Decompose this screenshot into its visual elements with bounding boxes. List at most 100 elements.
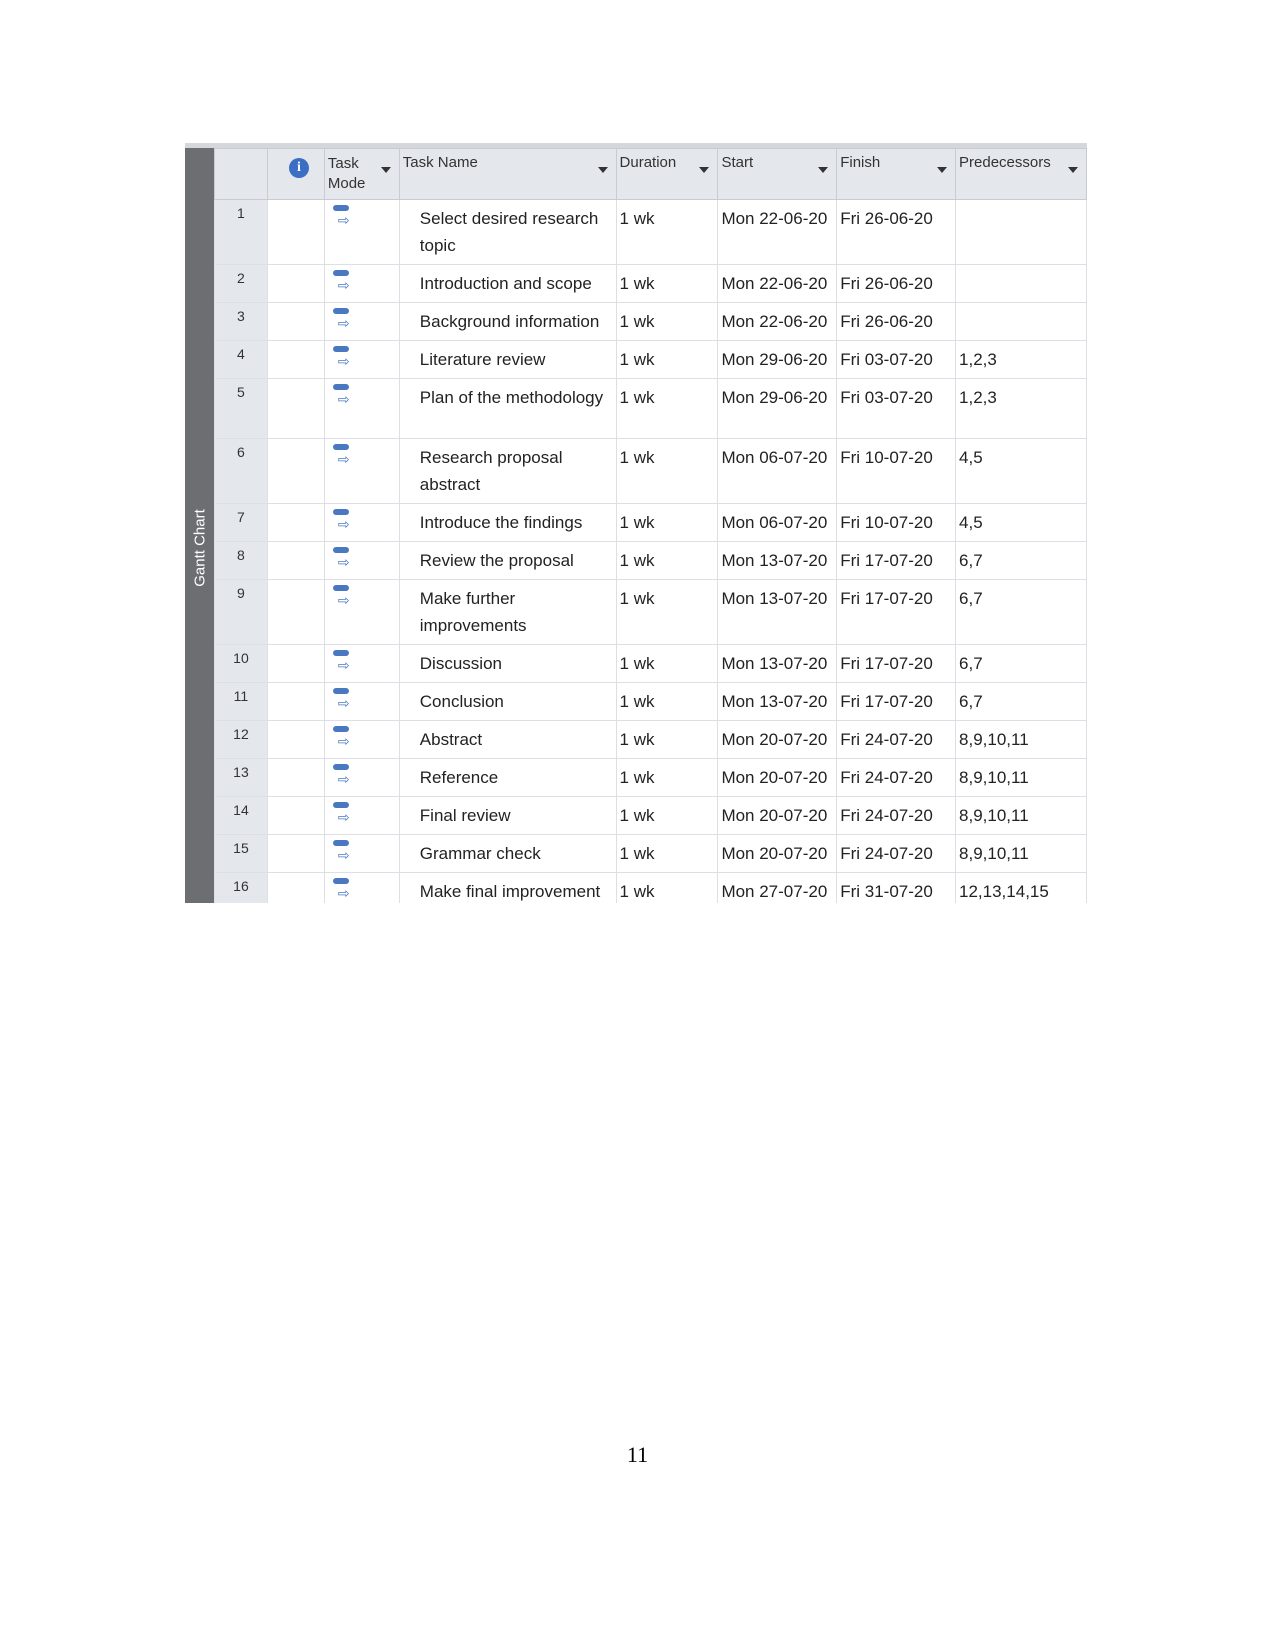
finish-cell[interactable]: Fri 17-07-20 [836, 644, 957, 683]
table-row[interactable]: 14 ⇨ Final review 1 wk Mon 20-07-20 Fri 24-07… [214, 796, 1087, 835]
start-cell[interactable]: Mon 13-07-20 [717, 682, 838, 721]
row-id[interactable]: 14 [214, 796, 268, 835]
row-id[interactable]: 11 [214, 682, 268, 721]
start-cell[interactable]: Mon 27-07-20 [717, 872, 838, 903]
table-row[interactable]: 13 ⇨ Reference 1 wk Mon 20-07-20 Fri 24-07-20… [214, 758, 1087, 797]
predecessors-cell[interactable]: 6,7 [955, 644, 1087, 683]
start-cell[interactable]: Mon 22-06-20 [717, 199, 838, 265]
start-cell[interactable]: Mon 13-07-20 [717, 579, 838, 645]
header-duration[interactable]: Duration [615, 148, 719, 200]
chevron-down-icon[interactable] [818, 167, 829, 173]
finish-cell[interactable]: Fri 17-07-20 [836, 541, 957, 580]
chevron-down-icon[interactable] [699, 167, 710, 173]
indicator-cell[interactable] [266, 758, 325, 797]
task-mode-cell[interactable]: ⇨ [323, 720, 400, 759]
task-mode-cell[interactable]: ⇨ [323, 644, 400, 683]
duration-cell[interactable]: 1 wk [615, 264, 719, 303]
table-row[interactable]: 16 ⇨ Make final improvement 1 wk Mon 27-07-2… [214, 872, 1087, 903]
task-mode-cell[interactable]: ⇨ [323, 378, 400, 439]
indicator-cell[interactable] [266, 340, 325, 379]
header-task-name[interactable]: Task Name [398, 148, 617, 200]
indicator-cell[interactable] [266, 264, 325, 303]
finish-cell[interactable]: Fri 03-07-20 [836, 378, 957, 439]
start-cell[interactable]: Mon 13-07-20 [717, 644, 838, 683]
task-mode-cell[interactable]: ⇨ [323, 503, 400, 542]
table-row[interactable]: 7 ⇨ Introduce the findings 1 wk Mon 06-07-20… [214, 503, 1087, 542]
row-id[interactable]: 13 [214, 758, 268, 797]
finish-cell[interactable]: Fri 17-07-20 [836, 682, 957, 721]
duration-cell[interactable]: 1 wk [615, 644, 719, 683]
finish-cell[interactable]: Fri 10-07-20 [836, 503, 957, 542]
predecessors-cell[interactable]: 12,13,14,15 [955, 872, 1087, 903]
row-id[interactable]: 15 [214, 834, 268, 873]
task-mode-cell[interactable]: ⇨ [323, 796, 400, 835]
chevron-down-icon[interactable] [380, 167, 391, 173]
table-row[interactable]: 11 ⇨ Conclusion 1 wk Mon 13-07-20 Fri 17-07-2… [214, 682, 1087, 721]
chevron-down-icon[interactable] [937, 167, 948, 173]
table-row[interactable]: 15 ⇨ Grammar check 1 wk Mon 20-07-20 Fri 24-0… [214, 834, 1087, 873]
indicator-cell[interactable] [266, 541, 325, 580]
task-name-cell[interactable]: Literature review [398, 340, 617, 379]
predecessors-cell[interactable]: 8,9,10,11 [955, 758, 1087, 797]
row-id[interactable]: 5 [214, 378, 268, 439]
indicator-cell[interactable] [266, 644, 325, 683]
task-name-cell[interactable]: Make further improvements [398, 579, 617, 645]
duration-cell[interactable]: 1 wk [615, 834, 719, 873]
row-id[interactable]: 7 [214, 503, 268, 542]
header-predecessors[interactable]: Predecessors [955, 148, 1087, 200]
finish-cell[interactable]: Fri 26-06-20 [836, 264, 957, 303]
row-id[interactable]: 3 [214, 302, 268, 341]
predecessors-cell[interactable] [955, 199, 1087, 265]
duration-cell[interactable]: 1 wk [615, 541, 719, 580]
finish-cell[interactable]: Fri 10-07-20 [836, 438, 957, 504]
indicator-cell[interactable] [266, 834, 325, 873]
table-row[interactable]: 5 ⇨ Plan of the methodology 1 wk Mon 29-06-2… [214, 378, 1087, 439]
task-name-cell[interactable]: Make final improvement [398, 872, 617, 903]
task-mode-cell[interactable]: ⇨ [323, 302, 400, 341]
row-id[interactable]: 8 [214, 541, 268, 580]
duration-cell[interactable]: 1 wk [615, 758, 719, 797]
start-cell[interactable]: Mon 06-07-20 [717, 438, 838, 504]
start-cell[interactable]: Mon 20-07-20 [717, 758, 838, 797]
indicator-cell[interactable] [266, 378, 325, 439]
row-id[interactable]: 2 [214, 264, 268, 303]
finish-cell[interactable]: Fri 31-07-20 [836, 872, 957, 903]
duration-cell[interactable]: 1 wk [615, 438, 719, 504]
duration-cell[interactable]: 1 wk [615, 302, 719, 341]
predecessors-cell[interactable]: 8,9,10,11 [955, 796, 1087, 835]
task-name-cell[interactable]: Introduction and scope [398, 264, 617, 303]
indicator-cell[interactable] [266, 720, 325, 759]
row-id[interactable]: 6 [214, 438, 268, 504]
table-row[interactable]: 2 ⇨ Introduction and scope 1 wk Mon 22-06-20… [214, 264, 1087, 303]
indicator-cell[interactable] [266, 579, 325, 645]
predecessors-cell[interactable]: 8,9,10,11 [955, 834, 1087, 873]
start-cell[interactable]: Mon 20-07-20 [717, 720, 838, 759]
row-id[interactable]: 1 [214, 199, 268, 265]
task-name-cell[interactable]: Plan of the methodology [398, 378, 617, 439]
header-finish[interactable]: Finish [836, 148, 957, 200]
task-name-cell[interactable]: Select desired research topic [398, 199, 617, 265]
task-name-cell[interactable]: Reference [398, 758, 617, 797]
table-row[interactable]: 8 ⇨ Review the proposal 1 wk Mon 13-07-20 Fri… [214, 541, 1087, 580]
table-row[interactable]: 3 ⇨ Background information 1 wk Mon 22-06-20… [214, 302, 1087, 341]
chevron-down-icon[interactable] [597, 167, 608, 173]
task-mode-cell[interactable]: ⇨ [323, 340, 400, 379]
task-mode-cell[interactable]: ⇨ [323, 682, 400, 721]
indicator-cell[interactable] [266, 302, 325, 341]
row-id[interactable]: 4 [214, 340, 268, 379]
task-mode-cell[interactable]: ⇨ [323, 199, 400, 265]
indicator-cell[interactable] [266, 796, 325, 835]
table-row[interactable]: 12 ⇨ Abstract 1 wk Mon 20-07-20 Fri 24-07-20 8… [214, 720, 1087, 759]
duration-cell[interactable]: 1 wk [615, 682, 719, 721]
finish-cell[interactable]: Fri 24-07-20 [836, 758, 957, 797]
indicator-cell[interactable] [266, 682, 325, 721]
duration-cell[interactable]: 1 wk [615, 199, 719, 265]
duration-cell[interactable]: 1 wk [615, 378, 719, 439]
start-cell[interactable]: Mon 20-07-20 [717, 796, 838, 835]
start-cell[interactable]: Mon 06-07-20 [717, 503, 838, 542]
predecessors-cell[interactable] [955, 302, 1087, 341]
duration-cell[interactable]: 1 wk [615, 720, 719, 759]
row-id[interactable]: 9 [214, 579, 268, 645]
task-mode-cell[interactable]: ⇨ [323, 264, 400, 303]
start-cell[interactable]: Mon 22-06-20 [717, 302, 838, 341]
